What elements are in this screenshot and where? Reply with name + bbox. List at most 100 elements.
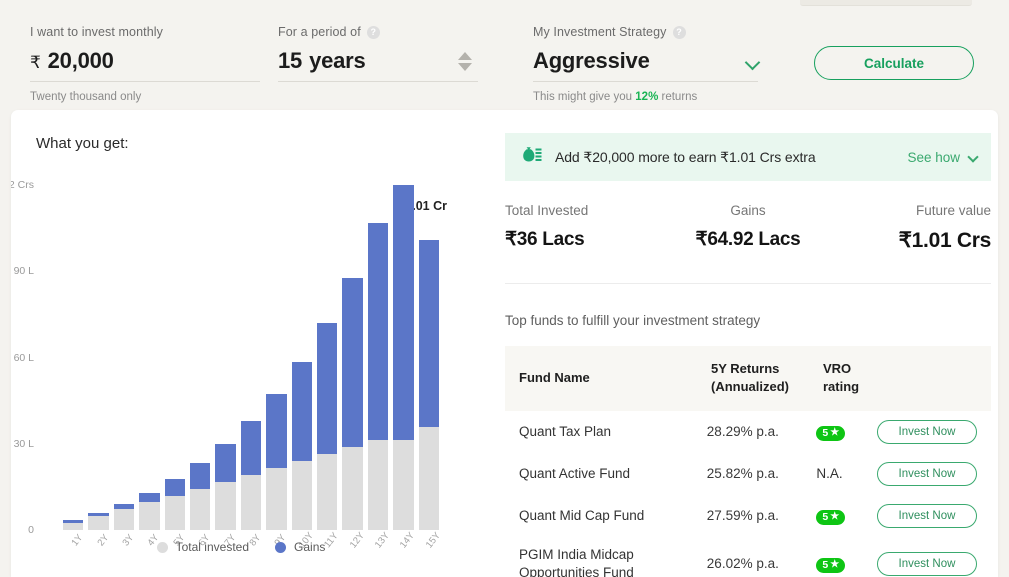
column-header-returns: 5Y Returns (Annualized): [711, 360, 823, 395]
stepper-up-icon[interactable]: [458, 52, 472, 60]
vro-rating-badge: 5 ★: [816, 558, 846, 574]
bar-column[interactable]: 12Y: [342, 185, 367, 550]
strategy-value-row[interactable]: Aggressive: [533, 48, 761, 74]
cell-action: Invest Now: [876, 504, 977, 529]
bar-segment-total-invested: [342, 447, 363, 530]
cell-returns: 26.02% p.a.: [706, 556, 779, 572]
bar-segment-gains: [367, 222, 389, 441]
period-label-text: For a period of: [278, 25, 361, 39]
strategy-label-text: My Investment Strategy: [533, 25, 667, 39]
bar-segment-gains: [164, 479, 186, 496]
bar-segment-total-invested: [164, 495, 186, 530]
sip-calculator-page: I want to invest monthly ₹ 20,000 Twenty…: [0, 0, 1009, 577]
cell-fund-name: Quant Tax Plan: [519, 423, 612, 439]
period-value[interactable]: 15: [278, 48, 302, 74]
period-value-row[interactable]: 15 years: [278, 48, 478, 74]
monthly-investment-field[interactable]: I want to invest monthly ₹ 20,000 Twenty…: [30, 25, 260, 103]
bar-segment-gains: [291, 361, 313, 461]
bar-column[interactable]: 8Y: [240, 185, 263, 548]
stat-label: Total Invested: [505, 203, 589, 218]
bar-segment-total-invested: [215, 481, 236, 530]
stepper-down-icon[interactable]: [458, 63, 472, 71]
monthly-investment-helper: Twenty thousand only: [30, 91, 142, 103]
strategy-field[interactable]: My Investment Strategy ? Aggressive This…: [533, 25, 761, 103]
bar-segment-gains: [418, 239, 440, 427]
bar-column[interactable]: 2Y: [88, 185, 111, 548]
invest-now-button[interactable]: Invest Now: [876, 462, 977, 487]
bar-column[interactable]: 10Y: [291, 185, 316, 550]
period-underline: [278, 81, 478, 82]
bar-column[interactable]: 1Y: [63, 185, 85, 548]
cell-fund-name: Quant Mid Cap Fund: [519, 507, 645, 523]
vro-rating-value: 5: [822, 427, 829, 440]
cell-fund-name: Quant Active Fund: [519, 465, 631, 481]
bar-segment-gains: [393, 185, 414, 441]
y-axis-tick: 90 L: [13, 265, 34, 278]
y-axis-tick: 0: [28, 524, 34, 536]
strategy-underline: [533, 81, 758, 82]
chart-bars: 1Y 2Y 3Y 4Y 5Y 6Y 7Y 8Y 9Y 10Y 11Y 12Y 13Y 14Y 15Y: [63, 185, 443, 550]
bar-segment-total-invested: [88, 516, 109, 530]
chart-legend: Total invested Gains: [41, 540, 441, 554]
chevron-down-icon[interactable]: [744, 54, 761, 71]
invest-now-button[interactable]: Invest Now: [876, 420, 977, 445]
cell-returns: 25.82% p.a.: [706, 465, 779, 481]
chart-panel: What you get: ₹1.01 Cr 030 L60 L90 L1.2 …: [11, 110, 478, 577]
bar-column[interactable]: 4Y: [139, 185, 162, 548]
vro-rating-value: 5: [822, 511, 829, 524]
y-axis-tick: 60 L: [13, 351, 34, 364]
bar-column[interactable]: 3Y: [113, 185, 136, 548]
calculate-button[interactable]: Calculate: [814, 46, 974, 80]
legend-label-gains: Gains: [294, 540, 326, 554]
bar-segment-gains: [317, 323, 338, 455]
bar-segment-gains: [190, 463, 211, 489]
stat-gains: Gains ₹64.92 Lacs: [667, 203, 829, 253]
invest-now-button[interactable]: Invest Now: [876, 552, 977, 577]
help-icon[interactable]: ?: [672, 25, 686, 39]
period-field[interactable]: For a period of ? 15 years: [278, 25, 478, 82]
cell-action: Invest Now: [876, 462, 977, 487]
chevron-down-icon: [967, 151, 979, 163]
bar-column[interactable]: 7Y: [215, 185, 238, 548]
stat-label: Gains: [730, 203, 766, 218]
invest-now-button[interactable]: Invest Now: [876, 504, 977, 529]
bar-segment-total-invested: [291, 461, 313, 530]
bar-segment-total-invested: [63, 523, 84, 530]
period-label: For a period of ?: [278, 25, 478, 39]
cell-returns: 27.59% p.a.: [706, 507, 779, 523]
bar-segment-total-invested: [190, 488, 211, 530]
strategy-value[interactable]: Aggressive: [533, 48, 650, 74]
money-bag-icon: [523, 147, 542, 162]
bar-segment-gains: [139, 492, 160, 503]
period-stepper[interactable]: [458, 52, 472, 71]
bar-column[interactable]: 14Y: [393, 185, 417, 550]
bar-segment-total-invested: [266, 467, 287, 530]
bar-segment-total-invested: [367, 440, 389, 530]
bar-column[interactable]: 13Y: [367, 185, 392, 550]
bar-column[interactable]: 9Y: [266, 185, 289, 548]
bar-column[interactable]: 6Y: [190, 185, 212, 548]
help-icon[interactable]: ?: [366, 25, 380, 39]
legend-swatch-gains: [275, 541, 287, 553]
see-how-link[interactable]: See how: [907, 150, 979, 165]
cell-returns: 28.29% p.a.: [706, 423, 779, 439]
growth-bar-chart: ₹1.01 Cr 030 L60 L90 L1.2 Crs 1Y2Y3Y4Y5Y…: [11, 179, 451, 550]
monthly-investment-value-row[interactable]: ₹ 20,000: [30, 48, 260, 74]
bar-segment-gains: [266, 394, 287, 468]
stat-total-invested: Total Invested ₹36 Lacs: [505, 203, 667, 253]
input-toolbar: I want to invest monthly ₹ 20,000 Twenty…: [0, 8, 1009, 110]
legend-item-total-invested: Total invested: [156, 540, 249, 554]
cell-action: Invest Now: [876, 420, 977, 445]
summary-stats: Total Invested ₹36 Lacs Gains ₹64.92 Lac…: [505, 203, 991, 253]
cell-vro-rating: N.A.: [816, 465, 877, 483]
star-icon: ★: [830, 559, 840, 571]
bar-column[interactable]: 5Y: [164, 185, 187, 548]
upsell-banner-text: Add ₹20,000 more to earn ₹1.01 Crs extra: [555, 148, 816, 165]
legend-item-gains: Gains: [275, 540, 325, 554]
monthly-investment-amount[interactable]: 20,000: [48, 48, 114, 74]
bar-column[interactable]: 15Y: [418, 185, 443, 550]
upsell-banner[interactable]: Add ₹20,000 more to earn ₹1.01 Crs extra…: [505, 133, 991, 181]
bar-column[interactable]: 11Y: [317, 185, 341, 550]
rupee-symbol-icon: ₹: [30, 53, 41, 72]
table-row: Quant Active Fund 25.82% p.a. N.A. Invest N…: [505, 453, 991, 495]
